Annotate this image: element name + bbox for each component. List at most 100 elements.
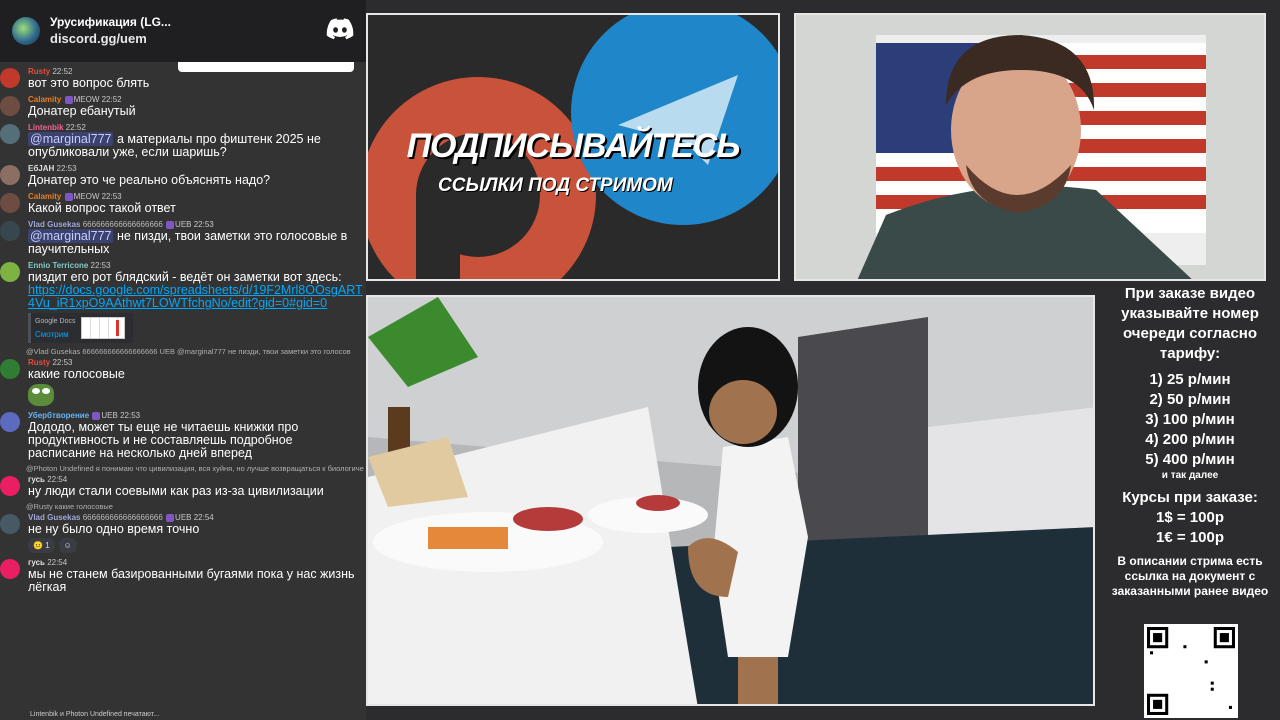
username[interactable]: гусь <box>28 475 45 484</box>
role-badge-icon <box>64 95 73 104</box>
username[interactable]: Lintenbik <box>28 123 64 132</box>
chat-message: Vlad Gusekas 666666666666666666 UEB 22:5… <box>0 219 366 256</box>
discord-logo-icon <box>326 18 354 40</box>
course-item: 1€ = 100р <box>1156 529 1224 546</box>
embed-site: Google Docs <box>35 318 76 325</box>
message-body: Донатер ебанутый <box>28 104 136 118</box>
chat-message: Lintenbik 22:52 @marginal777 а материалы … <box>0 122 366 159</box>
message-link[interactable]: https://docs.google.com/spreadsheets/d/1… <box>28 284 364 310</box>
role-badge-icon <box>92 411 101 420</box>
game-scene <box>368 297 1093 704</box>
promo-title: ПОДПИСЫВАЙТЕСЬ <box>406 127 741 165</box>
message-text: мы не станем базированными бугаями пока … <box>28 568 364 594</box>
message-text: @marginal777 не пизди, твои заметки это … <box>28 229 364 256</box>
user-mention[interactable]: @marginal777 <box>28 229 114 243</box>
timestamp: 22:53 <box>90 261 111 270</box>
rate-item: 4) 200 р/мин <box>1145 431 1235 448</box>
avatar[interactable] <box>0 221 20 241</box>
message-text: не ну было одно время точно <box>28 523 364 536</box>
reply-preview[interactable]: @Photon Undefined я понимаю что цивилиза… <box>0 464 366 474</box>
role-badge-icon <box>64 192 73 201</box>
typing-indicator: Lintenbik и Photon Undefined печатают... <box>30 711 160 718</box>
role-tag: MEOW <box>73 95 100 104</box>
avatar[interactable] <box>0 412 20 432</box>
timestamp: 22:53 <box>56 164 77 173</box>
timestamp: 22:52 <box>52 67 73 76</box>
avatar[interactable] <box>0 68 20 88</box>
avatar[interactable] <box>0 262 20 282</box>
chat-message: Calamity MEOW 22:53 Какой вопрос такой от… <box>0 191 366 215</box>
message-text: Какой вопрос такой ответ <box>28 202 364 215</box>
username[interactable]: Calamity <box>28 95 61 104</box>
role-tag: UEB <box>101 411 118 420</box>
avatar[interactable] <box>0 96 20 116</box>
username[interactable]: Rusty <box>28 67 50 76</box>
message-text: какие голосовые <box>28 368 364 381</box>
username-suffix: 666666666666666666 <box>82 513 163 522</box>
rates-more: и так далее <box>1161 470 1219 481</box>
avatar[interactable] <box>0 476 20 496</box>
chat-message: Rusty 22:52 вот это вопрос блять <box>0 66 366 90</box>
avatar[interactable] <box>0 514 20 534</box>
username[interactable]: Ennio Terricone <box>28 261 88 270</box>
message-body: не ну было одно время точно <box>28 522 200 536</box>
timestamp: 22:54 <box>193 513 214 522</box>
avatar[interactable] <box>0 124 20 144</box>
chat-message: Убербтворение UEB 22:53 Дододо, может ты … <box>0 410 366 460</box>
username[interactable]: Calamity <box>28 192 61 201</box>
promo-subtitle: ССЫЛКИ ПОД СТРИМОМ <box>438 175 673 196</box>
message-body: Какой вопрос такой ответ <box>28 201 176 215</box>
rate-list: 1) 25 р/мин 2) 50 р/мин 3) 100 р/мин 4) 200… <box>1104 370 1276 470</box>
timestamp: 22:52 <box>65 123 86 132</box>
avatar[interactable] <box>0 559 20 579</box>
message-body: ну люди стали соевыми как раз из-за циви… <box>28 484 324 498</box>
message-text: Дододо, может ты еще не читаешь книжки п… <box>28 421 364 460</box>
username[interactable]: Убербтворение <box>28 411 89 420</box>
add-reaction-icon[interactable]: ☺ <box>58 538 77 553</box>
qr-code[interactable] <box>1144 624 1238 718</box>
username[interactable]: Vlad Gusekas <box>28 220 80 229</box>
role-badge-icon <box>166 220 175 229</box>
message-body: мы не станем базированными бугаями пока … <box>28 567 355 594</box>
rate-item: 3) 100 р/мин <box>1145 411 1235 428</box>
username[interactable]: ЕбЈАН <box>28 164 54 173</box>
discord-banner[interactable]: Урусификация (LG... discord.gg/uem <box>0 0 366 62</box>
role-badge-icon <box>166 513 175 522</box>
chat-message: ЕбЈАН 22:53 Донатер это че реально объясн… <box>0 163 366 187</box>
game-panel <box>366 295 1095 706</box>
username[interactable]: Vlad Gusekas <box>28 513 80 522</box>
avatar[interactable] <box>0 359 20 379</box>
message-text: Донатер ебанутый <box>28 105 364 118</box>
timestamp: 22:53 <box>101 192 122 201</box>
timestamp: 22:54 <box>47 558 68 567</box>
message-text: ну люди стали соевыми как раз из-за циви… <box>28 485 364 498</box>
message-text: пиздит его рот блядский - ведёт он замет… <box>28 271 364 310</box>
chat-message: Vlad Gusekas 666666666666666666 UEB 22:5… <box>0 512 366 553</box>
role-tag: MEOW <box>73 192 100 201</box>
role-tag: UEB <box>175 513 192 522</box>
message-text: вот это вопрос блять <box>28 77 364 90</box>
username[interactable]: Rusty <box>28 358 50 367</box>
user-mention[interactable]: @marginal777 <box>28 132 114 146</box>
role-tag: UEB <box>175 220 192 229</box>
reply-preview[interactable]: @Vlad Gusekas 666666666666666666 UEB @ma… <box>0 347 366 357</box>
info-panel: При заказе видео указывайте номер очеред… <box>1104 284 1276 599</box>
reaction-button[interactable]: 😐 1 <box>28 538 55 553</box>
embed-title: Смотрим <box>35 330 69 339</box>
avatar[interactable] <box>0 165 20 185</box>
avatar[interactable] <box>0 193 20 213</box>
reply-preview[interactable]: @Rusty какие голосовые <box>0 502 366 512</box>
timestamp: 22:53 <box>193 220 214 229</box>
rate-item: 5) 400 р/мин <box>1145 451 1235 468</box>
chat-message: Rusty 22:53 какие голосовые <box>0 357 366 406</box>
message-text: @marginal777 а материалы про фиштенк 202… <box>28 132 364 159</box>
embed-thumbnail <box>81 317 126 339</box>
pepe-emoji-icon <box>28 384 54 406</box>
description-note: В описании стрима есть ссылка на докумен… <box>1111 554 1269 598</box>
invite-link[interactable]: discord.gg/uem <box>50 30 171 48</box>
link-embed[interactable]: Google Docs Смотрим <box>28 313 133 343</box>
webcam-scene <box>796 15 1264 279</box>
chat-message: Ennio Terricone 22:53 пиздит его рот бляд… <box>0 260 366 343</box>
username[interactable]: гусь <box>28 558 45 567</box>
chat-messages: Rusty 22:52 вот это вопрос блять Calamity … <box>0 66 366 598</box>
